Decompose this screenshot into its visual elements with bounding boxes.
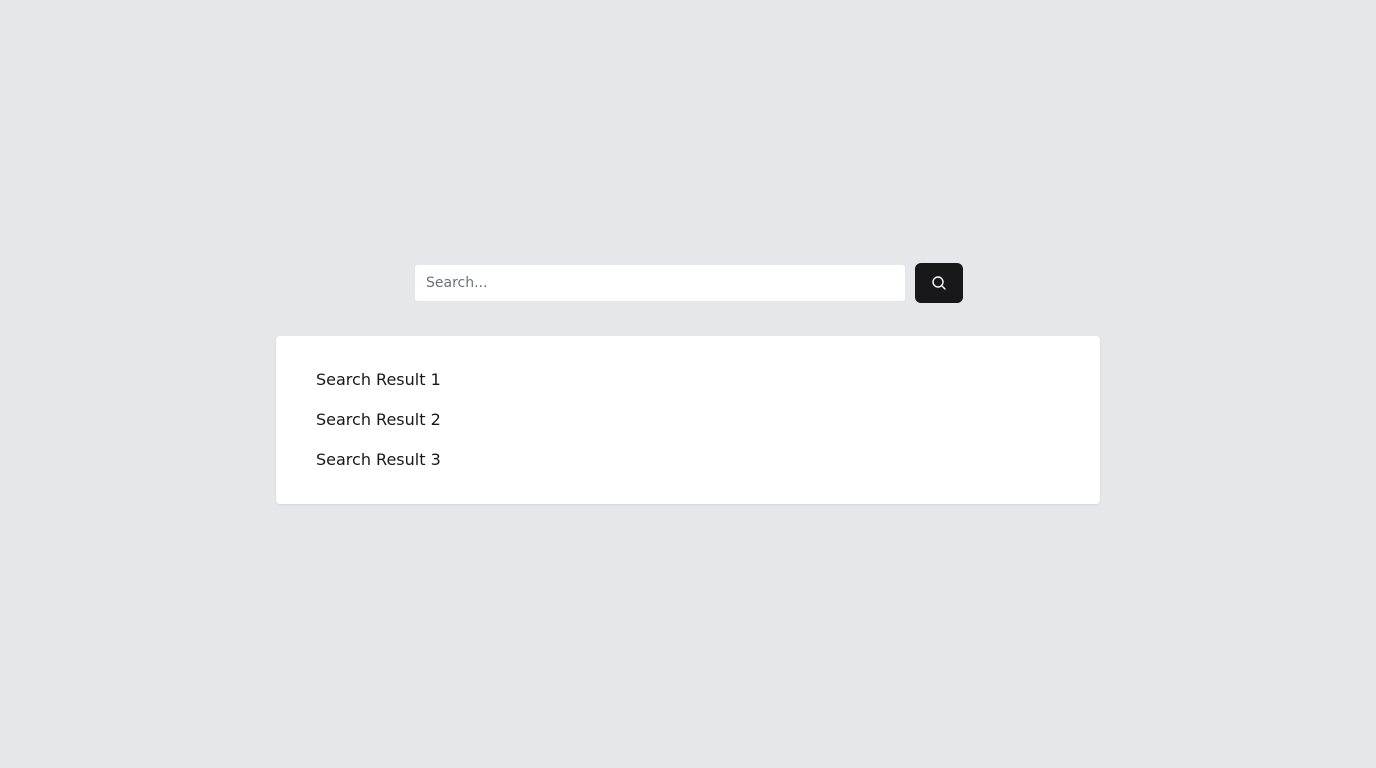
search-bar — [414, 263, 963, 303]
search-results-list: Search Result 1 Search Result 2 Search R… — [316, 368, 1060, 472]
search-result-item[interactable]: Search Result 2 — [316, 408, 1060, 432]
search-result-item[interactable]: Search Result 3 — [316, 448, 1060, 472]
search-input[interactable] — [414, 264, 906, 302]
search-button[interactable] — [915, 263, 963, 303]
search-icon — [931, 275, 947, 291]
search-result-item[interactable]: Search Result 1 — [316, 368, 1060, 392]
search-results-card: Search Result 1 Search Result 2 Search R… — [276, 336, 1100, 504]
